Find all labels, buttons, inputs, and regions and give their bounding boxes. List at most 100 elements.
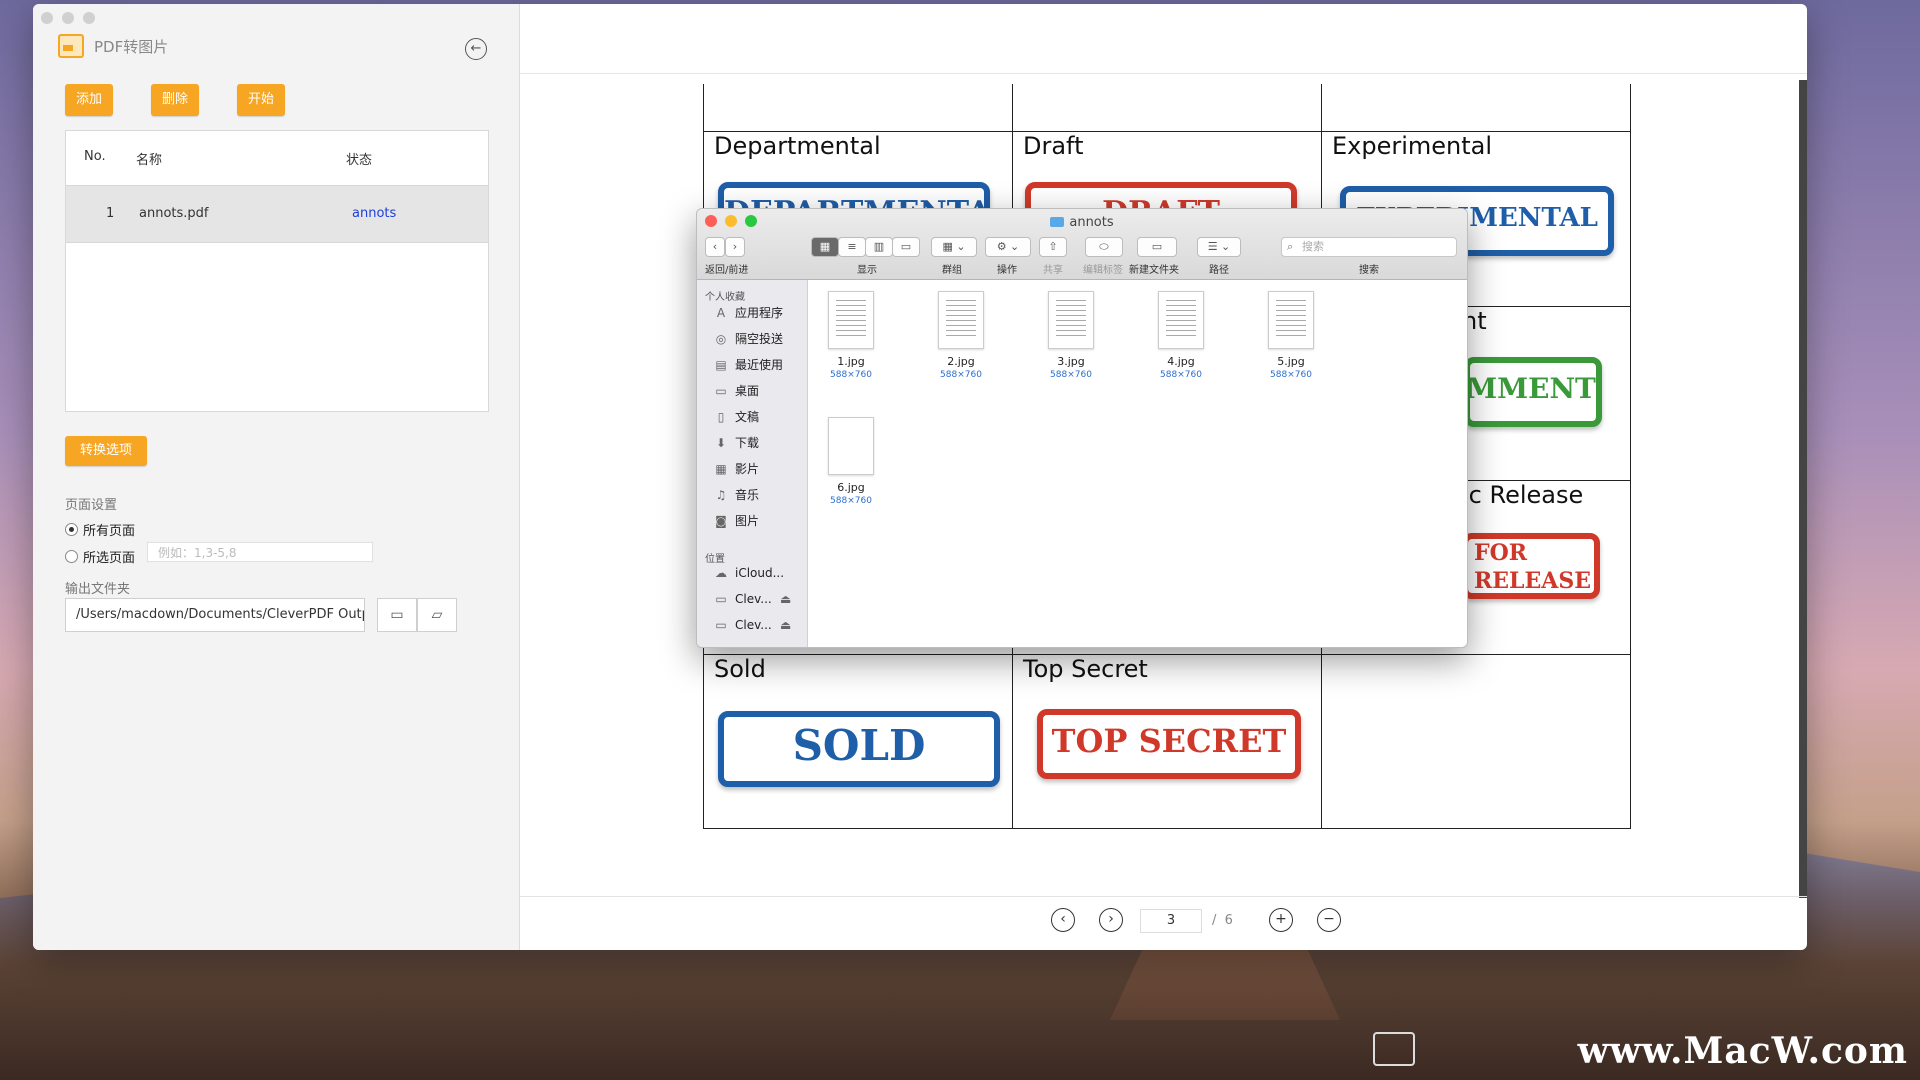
group-icon[interactable]: ▦ ⌄ <box>931 237 977 257</box>
back-arrow-icon[interactable]: ← <box>465 38 487 60</box>
sidebar-item-music[interactable]: ♫ 音乐 <box>713 486 759 503</box>
sidebar-item-recents[interactable]: ▤ 最近使用 <box>713 356 783 373</box>
file-dimensions: 588×760 <box>1160 370 1202 380</box>
finder-window: annots ‹ › 返回/前进 ▦ ≡ ▥ ▭ 显示 ▦ ⌄ 群组 ⚙ ⌄ 操… <box>696 208 1468 648</box>
image-thumbnail <box>828 417 874 475</box>
sidebar-item-documents[interactable]: ▯ 文稿 <box>713 408 759 425</box>
tags-label: 编辑标签 <box>1083 265 1123 276</box>
selected-pages-radio[interactable]: 所选页面 <box>65 547 135 566</box>
app-logo-icon <box>58 34 84 58</box>
app-title: PDF转图片 <box>94 37 169 56</box>
vertical-scrollbar[interactable] <box>1799 80 1807 898</box>
table-cell <box>1321 84 1631 132</box>
cell-title: Draft <box>1023 132 1084 160</box>
sidebar-item-disk-2[interactable]: ▭ Clev... ⏏ <box>713 618 794 632</box>
image-thumbnail <box>828 291 874 349</box>
sidebar-item-desktop[interactable]: ▭ 桌面 <box>713 382 759 399</box>
column-header-name: 名称 <box>136 153 163 168</box>
all-pages-radio[interactable]: 所有页面 <box>65 520 135 539</box>
page-range-input[interactable]: 例如：1,3-5,8 <box>147 542 373 562</box>
delete-button[interactable]: 删除 <box>151 84 199 116</box>
column-view-icon[interactable]: ▥ <box>865 237 893 257</box>
sidebar-item-icloud[interactable]: ☁ iCloud... <box>713 566 784 580</box>
open-folder-icon[interactable]: ▱ <box>417 598 457 632</box>
group-label: 群组 <box>942 265 962 276</box>
locations-header: 位置 <box>705 554 725 565</box>
table-row[interactable]: 1 annots.pdf annots <box>66 185 488 243</box>
view-label: 显示 <box>857 265 877 276</box>
image-thumbnail <box>1158 291 1204 349</box>
stamp-for-release: FOR RELEASE <box>1462 533 1600 599</box>
start-button[interactable]: 开始 <box>237 84 285 116</box>
page-number-input[interactable]: 3 <box>1140 909 1202 933</box>
column-header-no: No. <box>84 149 106 164</box>
previous-page-icon[interactable]: ‹ <box>1051 908 1075 932</box>
cell-title: Departmental <box>714 132 881 160</box>
icon-view-icon[interactable]: ▦ <box>811 237 839 257</box>
stamp-cell-sold: Sold SOLD <box>703 654 1013 829</box>
table-cell <box>703 84 1013 132</box>
tag-icon[interactable]: ⬭ <box>1085 237 1123 257</box>
finder-title: annots <box>697 215 1467 230</box>
sidebar-item-applications[interactable]: A 应用程序 <box>713 304 783 321</box>
add-button[interactable]: 添加 <box>65 84 113 116</box>
window-controls <box>41 12 95 24</box>
gear-icon[interactable]: ⚙ ⌄ <box>985 237 1031 257</box>
file-item[interactable]: 6.jpg 588×760 <box>811 417 891 506</box>
file-item[interactable]: 4.jpg 588×760 <box>1141 291 1221 380</box>
eject-icon[interactable]: ⏏ <box>778 592 794 606</box>
share-icon[interactable]: ⇧ <box>1039 237 1067 257</box>
file-name: 3.jpg <box>1057 355 1085 368</box>
conversion-options-button[interactable]: 转换选项 <box>65 436 147 466</box>
radio-unselected-icon <box>65 550 78 563</box>
cell-title: Experimental <box>1332 132 1493 160</box>
file-item[interactable]: 3.jpg 588×760 <box>1031 291 1111 380</box>
file-item[interactable]: 1.jpg 588×760 <box>811 291 891 380</box>
finder-sidebar: 个人收藏 A 应用程序 ◎ 隔空投送 ▤ 最近使用 ▭ 桌面 ▯ 文稿 ⬇ 下载 ▦ 影片 ♫… <box>697 280 808 647</box>
downloads-icon: ⬇ <box>715 435 727 450</box>
zoom-button[interactable] <box>83 12 95 24</box>
sidebar-item-disk-1[interactable]: ▭ Clev... ⏏ <box>713 592 794 606</box>
path-icon[interactable]: ☰ ⌄ <box>1197 237 1241 257</box>
pictures-icon: ◙ <box>715 513 727 528</box>
sidebar-item-downloads[interactable]: ⬇ 下载 <box>713 434 759 451</box>
image-thumbnail <box>938 291 984 349</box>
finder-toolbar: annots ‹ › 返回/前进 ▦ ≡ ▥ ▭ 显示 ▦ ⌄ 群组 ⚙ ⌄ 操… <box>697 209 1467 280</box>
close-button[interactable] <box>41 12 53 24</box>
back-forward-label: 返回/前进 <box>705 265 749 276</box>
file-item[interactable]: 2.jpg 588×760 <box>921 291 1001 380</box>
zoom-in-icon[interactable]: + <box>1269 908 1293 932</box>
minimize-button[interactable] <box>62 12 74 24</box>
zoom-out-icon[interactable]: − <box>1317 908 1341 932</box>
gallery-view-icon[interactable]: ▭ <box>892 237 920 257</box>
cloud-icon: ☁ <box>715 566 727 580</box>
image-thumbnail <box>1048 291 1094 349</box>
next-page-icon[interactable]: › <box>1099 908 1123 932</box>
music-icon: ♫ <box>715 487 727 502</box>
left-panel: PDF转图片 ← 添加 删除 开始 No. 名称 状态 1 annots.pdf… <box>33 4 520 950</box>
all-pages-label: 所有页面 <box>83 524 136 539</box>
file-name: 2.jpg <box>947 355 975 368</box>
row-status-link[interactable]: annots <box>352 206 396 221</box>
image-thumbnail <box>1268 291 1314 349</box>
forward-icon[interactable]: › <box>725 237 745 257</box>
list-view-icon[interactable]: ≡ <box>838 237 866 257</box>
search-field[interactable]: 搜索 <box>1281 237 1457 257</box>
app-header: PDF转图片 <box>58 34 168 58</box>
new-folder-icon[interactable]: ▭ <box>1137 237 1177 257</box>
eject-icon[interactable]: ⏏ <box>778 618 794 632</box>
share-label: 共享 <box>1043 265 1063 276</box>
sidebar-item-pictures[interactable]: ◙ 图片 <box>713 512 759 529</box>
sidebar-item-airdrop[interactable]: ◎ 隔空投送 <box>713 330 783 347</box>
sidebar-item-movies[interactable]: ▦ 影片 <box>713 460 759 477</box>
back-icon[interactable]: ‹ <box>705 237 725 257</box>
search-label: 搜索 <box>1359 265 1379 276</box>
folder-icon[interactable]: ▭ <box>377 598 417 632</box>
page-settings-label: 页面设置 <box>65 498 118 513</box>
file-table: No. 名称 状态 1 annots.pdf annots <box>65 130 489 412</box>
file-dimensions: 588×760 <box>940 370 982 380</box>
path-label: 路径 <box>1209 265 1229 276</box>
output-path-field[interactable]: /Users/macdown/Documents/CleverPDF Outp <box>65 598 365 632</box>
file-item[interactable]: 5.jpg 588×760 <box>1251 291 1331 380</box>
folder-icon <box>1050 217 1065 227</box>
